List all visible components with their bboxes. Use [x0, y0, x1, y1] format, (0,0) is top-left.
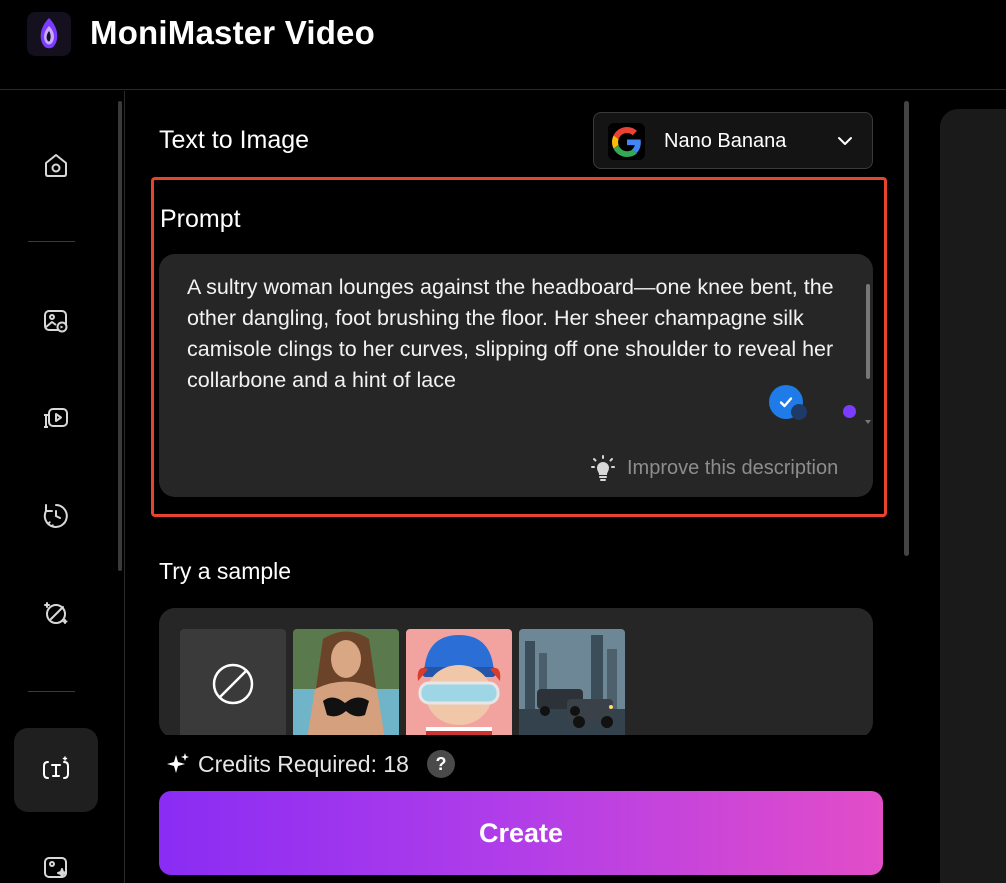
check-badge-dot	[791, 404, 807, 420]
no-sample-icon	[212, 663, 254, 705]
sample-title: Try a sample	[159, 558, 292, 584]
monimaster-logo-icon	[27, 12, 71, 56]
improve-description-label: Improve this description	[627, 456, 839, 479]
sidebar-scrollbar[interactable]	[118, 101, 122, 571]
prompt-textarea[interactable]: A sultry woman lounges against the headb…	[159, 254, 873, 497]
credits-label: Credits Required: 18	[198, 750, 409, 777]
sidebar-item-image-enhance[interactable]	[14, 826, 98, 883]
bottom-action-bar: Credits Required: 18 ? Create	[126, 735, 904, 883]
lightbulb-icon	[591, 455, 615, 481]
assistant-dot-icon[interactable]	[843, 405, 856, 418]
sidebar-divider	[28, 691, 75, 692]
sample-list	[159, 608, 873, 738]
prompt-text[interactable]: A sultry woman lounges against the headb…	[187, 272, 837, 396]
scroll-down-arrow-icon[interactable]	[865, 420, 871, 424]
text-image-icon	[43, 756, 69, 779]
sidebar-item-text-to-video[interactable]	[14, 376, 98, 460]
home-icon	[45, 154, 67, 177]
sidebar-divider	[28, 241, 75, 242]
image-sparkle-icon	[44, 857, 67, 878]
help-icon[interactable]: ?	[426, 750, 455, 778]
sidebar-item-image-edit[interactable]	[14, 279, 98, 363]
refresh-timer-icon	[43, 504, 68, 528]
credits-info: Credits Required: 18 ?	[166, 750, 455, 778]
app-title: MoniMaster Video	[90, 14, 375, 51]
app-window: MoniMaster Video Text to Image Nano Bana…	[0, 0, 1006, 883]
sample-woman-photo[interactable]	[293, 629, 399, 738]
google-g-icon	[608, 123, 645, 160]
section-title: Text to Image	[159, 126, 310, 154]
chevron-down-icon	[838, 137, 852, 145]
text-to-video-icon	[44, 408, 68, 428]
preview-panel	[940, 109, 1006, 883]
sample-none[interactable]	[180, 629, 286, 738]
sidebar-item-history[interactable]	[14, 474, 98, 558]
sidebar	[0, 91, 125, 883]
model-select[interactable]: Nano Banana	[593, 112, 873, 169]
create-button[interactable]: Create	[159, 791, 883, 875]
panel-scrollbar[interactable]	[904, 101, 909, 556]
improve-description-button[interactable]: Improve this description	[591, 454, 838, 482]
header: MoniMaster Video	[0, 0, 1006, 90]
magic-pen-icon	[44, 602, 68, 624]
model-name: Nano Banana	[664, 130, 787, 152]
sidebar-item-text-to-image[interactable]	[14, 728, 98, 812]
sidebar-item-home[interactable]	[14, 123, 98, 207]
sample-sci-fi-vehicles[interactable]	[519, 629, 625, 738]
prompt-scrollbar[interactable]	[866, 284, 870, 379]
sparkle-icon	[167, 753, 189, 773]
image-edit-icon	[44, 310, 68, 333]
sidebar-item-magic-tools[interactable]	[14, 571, 98, 655]
prompt-label: Prompt	[160, 205, 241, 233]
sample-cartoon-boy[interactable]	[406, 629, 512, 738]
text-to-image-panel: Text to Image Nano Banana Prompt A sultr…	[126, 91, 912, 883]
